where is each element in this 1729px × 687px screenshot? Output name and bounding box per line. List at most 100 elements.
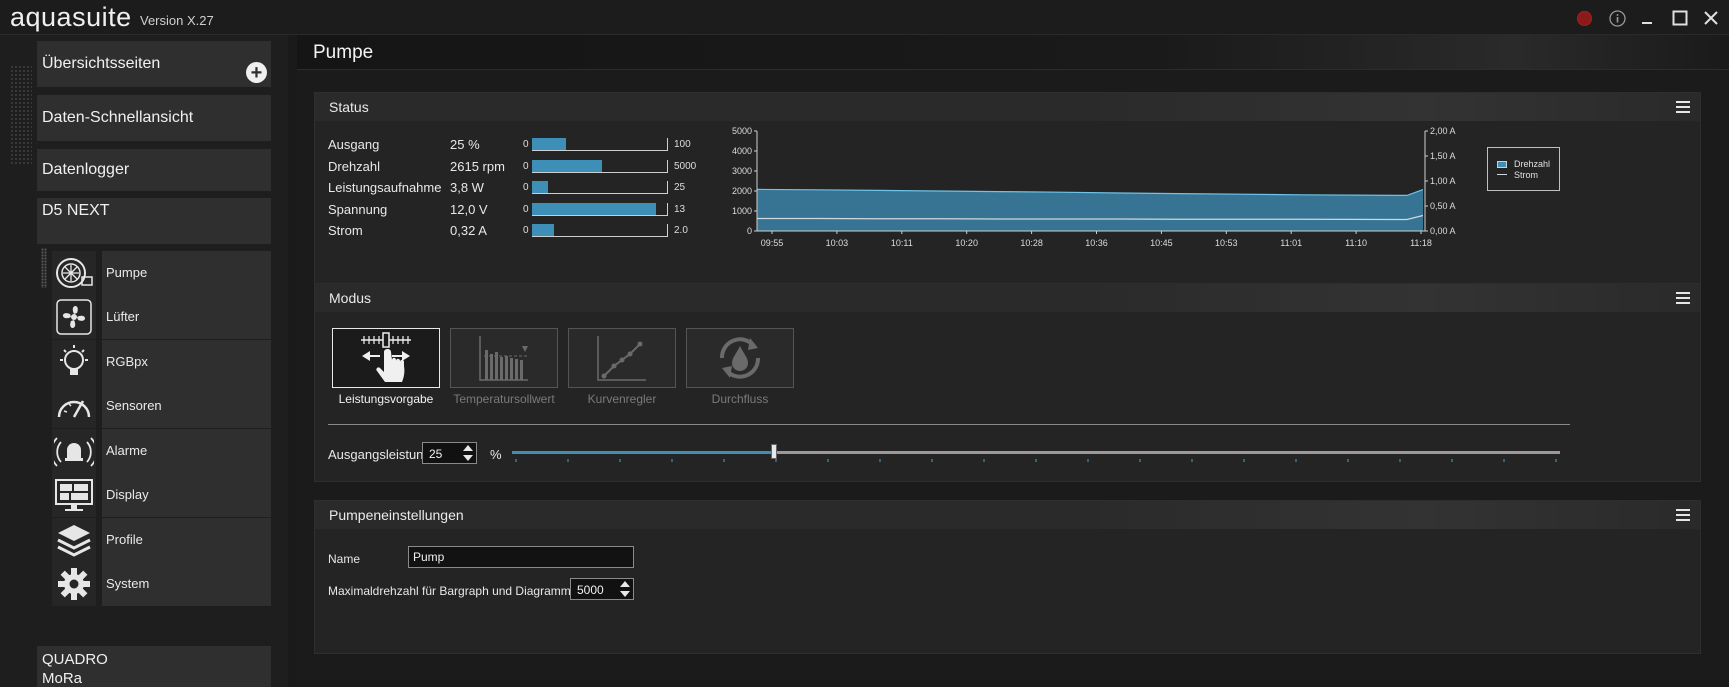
page-header: Pumpe (297, 35, 1729, 70)
x-tick-label: 10:20 (955, 238, 978, 248)
slider-thumb[interactable] (771, 444, 777, 459)
x-tick-label: 10:36 (1085, 238, 1108, 248)
pump-name-label: Name (328, 552, 361, 566)
y-left-tick-label: 1000 (732, 206, 752, 216)
sidebar-item-profile[interactable]: Profile (52, 518, 271, 562)
status-row-label: Leistungsaufnahme (328, 180, 442, 195)
mode-durchfluss-button[interactable] (686, 328, 794, 388)
x-tick-label: 10:45 (1150, 238, 1173, 248)
minimize-button[interactable] (1637, 8, 1657, 28)
settings-panel-title: Pumpeneinstellungen (329, 507, 464, 523)
sidebar-item-label: Display (102, 473, 271, 517)
modus-divider (328, 424, 1570, 425)
status-bar-max: 25 (674, 182, 686, 193)
output-power-slider[interactable] (512, 444, 1562, 468)
nav-device-quadro[interactable]: QUADRO MoRa (37, 646, 271, 687)
sidebar-item-pumpe[interactable]: Pumpe (52, 251, 271, 295)
info-icon (1608, 9, 1626, 27)
y-right-tick-label: 1,50 A (1430, 151, 1456, 161)
plus-icon: + (250, 61, 263, 84)
sidebar-grip[interactable] (10, 65, 32, 165)
page-title: Pumpe (313, 42, 374, 63)
sidebar-scrollbar[interactable] (288, 35, 295, 687)
stepper-arrows-icon[interactable] (462, 444, 474, 462)
status-bar-frame (532, 159, 668, 173)
info-button[interactable] (1607, 8, 1627, 28)
status-bar-max: 5000 (674, 160, 697, 172)
mode-label: Temperatursollwert (453, 392, 555, 406)
close-button[interactable] (1701, 8, 1721, 28)
modus-menu-icon[interactable] (1676, 292, 1690, 304)
y-left-tick-label: 3000 (732, 166, 752, 176)
max-rpm-label: Maximaldrehzahl für Bargraph und Diagram… (328, 584, 571, 598)
output-power-stepper[interactable] (422, 442, 477, 465)
gear-icon (58, 568, 90, 600)
y-left-tick-label: 4000 (732, 146, 752, 156)
nav-overview-label: Übersichtsseiten (42, 55, 161, 72)
sidebar-item-label: Sensoren (102, 384, 271, 428)
status-chart: 5000 4000 3000 2000 1000 0 2,00 A 1,50 A 1,00 A 0… (732, 127, 1456, 248)
max-rpm-stepper[interactable] (570, 578, 634, 601)
app-version: Version X.27 (140, 13, 214, 28)
layers-icon (57, 525, 91, 557)
alarm-bell-icon (54, 437, 94, 467)
nav-device-d5next[interactable]: D5 NEXT (37, 198, 271, 244)
sidebar-item-sensoren[interactable]: Sensoren (52, 384, 271, 428)
status-bar-fill (532, 202, 657, 215)
pump-icon (56, 258, 93, 288)
x-tick-label: 11:10 (1345, 238, 1367, 248)
nav-quickview[interactable]: Daten-Schnellansicht (37, 95, 271, 141)
minimize-icon (1642, 22, 1652, 24)
chart-legend: Drehzahl Strom (1487, 147, 1560, 191)
settings-panel-header: Pumpeneinstellungen (315, 501, 1700, 529)
sidebar-item-luefter[interactable]: Lüfter (52, 295, 271, 339)
mode-kurvenregler-button[interactable] (568, 328, 676, 388)
close-icon (1704, 11, 1718, 25)
status-bar-min: 0 (523, 225, 529, 236)
sidebar-item-display[interactable]: Display (52, 473, 271, 517)
lightbulb-icon (60, 345, 88, 375)
status-bar-fill (532, 181, 549, 193)
flow-drop-icon (719, 337, 761, 379)
curve-icon (597, 336, 646, 381)
record-icon (1576, 10, 1592, 26)
status-row-label: Drehzahl (328, 158, 381, 174)
y-right-tick-label: 1,00 A (1430, 176, 1456, 186)
y-right-tick-label: 0,00 A (1430, 226, 1456, 236)
status-row-label: Spannung (328, 201, 388, 217)
y-left-tick-label: 0 (747, 226, 752, 236)
status-bar-frame (532, 224, 668, 237)
mode-label: Durchfluss (711, 392, 769, 406)
nav-overview[interactable]: Übersichtsseiten + (37, 41, 271, 87)
record-button[interactable] (1574, 8, 1594, 28)
status-panel: Status Ausgang 25 % 0 100 Drehzahl 2615 rpm 0 5… (314, 92, 1701, 294)
legend-swatch-drehzahl (1497, 161, 1507, 168)
sidebar-item-alarme[interactable]: Alarme (52, 429, 271, 473)
sidebar-item-label: Lüfter (102, 295, 271, 339)
sidebar: Übersichtsseiten + Daten-Schnellansicht … (0, 35, 295, 687)
settings-menu-icon[interactable] (1676, 509, 1690, 521)
status-bar-max: 2.0 (674, 225, 688, 236)
pump-name-input[interactable] (408, 546, 634, 568)
status-bar-fill (532, 159, 603, 172)
gauge-icon (57, 400, 91, 418)
legend-label-drehzahl: Drehzahl (1514, 159, 1551, 169)
sidebar-item-rgbpx[interactable]: RGBpx (52, 340, 271, 384)
sidebar-item-label: Pumpe (102, 251, 271, 295)
mode-temperatursollwert-button[interactable] (450, 328, 558, 388)
maximize-icon (1672, 10, 1688, 26)
stepper-arrows-icon[interactable] (619, 580, 631, 598)
mode-leistungsvorgabe-button[interactable] (332, 328, 440, 388)
maximize-button[interactable] (1670, 8, 1690, 28)
legend-label-strom: Strom (1514, 170, 1539, 180)
status-panel-header: Status (315, 93, 1700, 121)
status-bar-min: 0 (523, 182, 529, 193)
add-overview-button[interactable]: + (246, 62, 267, 83)
main-content: Pumpe Status Ausgang 25 % 0 100 Drehzahl 2615… (297, 35, 1729, 687)
status-bar-min: 0 (523, 160, 529, 172)
slider-fill (512, 451, 774, 454)
nav-datalogger[interactable]: Datenlogger (37, 149, 271, 191)
sidebar-item-system[interactable]: System (52, 562, 271, 606)
status-menu-icon[interactable] (1676, 101, 1690, 113)
nav-mora-label: MoRa (42, 670, 83, 687)
